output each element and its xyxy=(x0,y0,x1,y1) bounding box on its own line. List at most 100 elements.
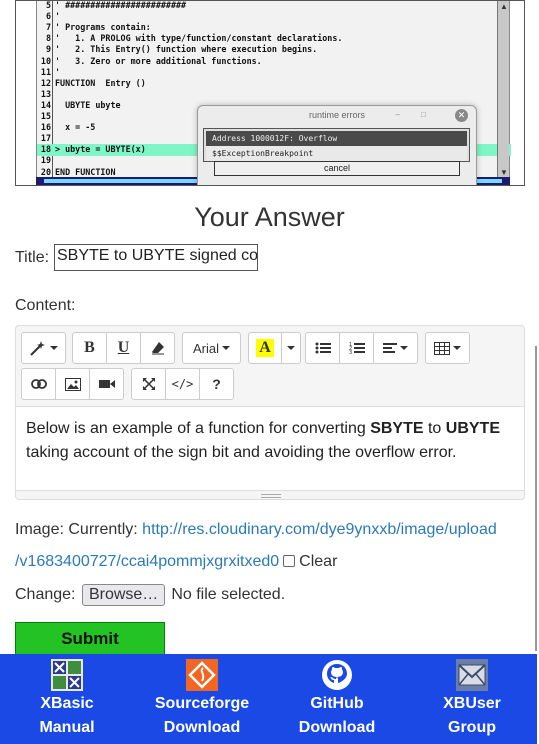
clear-checkbox[interactable] xyxy=(283,555,296,567)
code-text: ' 1. A PROLOG with type/function/constan… xyxy=(55,33,343,44)
insert-picture-button[interactable] xyxy=(55,368,90,400)
line-number: 9 xyxy=(45,44,51,55)
sourceforge-icon xyxy=(186,659,218,691)
line-number: 11 xyxy=(40,66,51,77)
code-line: 13 xyxy=(37,89,511,100)
code-text: END FUNCTION xyxy=(55,166,116,177)
vertical-scrollbar: ▲ ▼ xyxy=(497,1,509,179)
table-dropdown[interactable] xyxy=(425,332,470,364)
highlight-color-dropdown[interactable] xyxy=(281,332,301,364)
code-line: 12 FUNCTION Entry () xyxy=(37,78,511,89)
footer-label: Download xyxy=(163,719,241,736)
font-name-dropdown[interactable]: Arial xyxy=(182,332,241,364)
runtime-errors-dialog: runtime errors – □ ✕ Address 1000012F: O… xyxy=(197,105,477,185)
content-label: Content: xyxy=(15,297,76,314)
dialog-title: runtime errors xyxy=(308,110,365,120)
error-message-box: Address 1000012F: Overflow $$ExceptionBr… xyxy=(203,128,470,162)
image-label: Image: Currently: xyxy=(15,521,138,538)
code-line: 8 ' 1. A PROLOG with type/function/consta… xyxy=(37,33,511,44)
page-scrollbar[interactable] xyxy=(535,346,537,651)
current-image-link[interactable]: http://res.cloudinary.com/dye9ynxxb/imag… xyxy=(142,521,497,538)
expand-icon xyxy=(142,378,155,390)
content-text: taking account of the sign bit and avoid… xyxy=(26,444,457,461)
line-number: 8 xyxy=(45,33,51,44)
eraser-icon xyxy=(151,342,164,355)
code-view-button[interactable]: </> xyxy=(165,368,200,400)
insert-link-button[interactable] xyxy=(21,368,56,400)
code-text: > ubyte = UBYTE(x) xyxy=(55,144,146,155)
code-text: UBYTE ubyte xyxy=(55,99,121,110)
bullet-list-icon xyxy=(315,342,331,354)
line-number: 19 xyxy=(40,155,51,166)
error-message: Address 1000012F: Overflow xyxy=(206,131,467,146)
insert-video-button[interactable] xyxy=(89,368,124,400)
code-line: 9 ' 2. This Entry() function where execut… xyxy=(37,44,511,55)
content-bold-ubyte: UBYTE xyxy=(445,420,500,437)
dialog-cancel-button: cancel xyxy=(214,161,460,176)
code-text: FUNCTION Entry () xyxy=(55,77,146,88)
highlight-color-button[interactable]: A xyxy=(248,332,282,364)
svg-text:3: 3 xyxy=(349,350,352,355)
github-icon xyxy=(321,659,353,691)
line-number: 15 xyxy=(40,111,51,121)
no-file-label: No file selected. xyxy=(171,586,286,603)
fullscreen-button[interactable] xyxy=(131,368,166,400)
maximize-icon: □ xyxy=(421,110,426,119)
title-input[interactable]: SBYTE to UBYTE signed co xyxy=(54,244,258,271)
help-button[interactable]: ? xyxy=(199,368,234,400)
code-screenshot-image: 5 ' ######################## 6 ' 7 ' Programs… xyxy=(15,0,525,186)
ordered-list-button[interactable]: 123 xyxy=(339,332,374,364)
mail-icon xyxy=(456,659,488,691)
footer-label: XBasic xyxy=(40,695,94,712)
code-line: 10 ' 3. Zero or more additional functions… xyxy=(37,56,511,67)
bold-button[interactable]: B xyxy=(72,332,107,364)
code-line: 11 ' xyxy=(37,67,511,78)
line-number: 12 xyxy=(40,77,51,88)
unordered-list-button[interactable] xyxy=(305,332,340,364)
submit-button[interactable]: Submit xyxy=(15,622,165,656)
current-image-link-continued[interactable]: /v1683400727/ccai4pommjxgrxitxed0 xyxy=(15,553,279,570)
footer-label: XBUser xyxy=(443,695,501,712)
style-magic-button[interactable] xyxy=(21,332,66,364)
line-number: 10 xyxy=(40,55,51,66)
align-left-icon xyxy=(383,343,397,353)
code-icon: </> xyxy=(171,377,194,391)
clear-label: Clear xyxy=(299,553,338,570)
page-title: Your Answer xyxy=(194,202,345,232)
footer-link-xbasic-manual[interactable]: XBasic Manual xyxy=(0,654,134,744)
title-label: Title: xyxy=(15,249,50,266)
browse-button[interactable]: Browse… xyxy=(81,584,166,606)
help-icon: ? xyxy=(212,376,221,392)
picture-icon xyxy=(64,377,81,391)
numbered-list-icon: 123 xyxy=(349,342,365,355)
line-number: 16 xyxy=(40,122,51,133)
close-icon: ✕ xyxy=(455,109,468,122)
content-text: to xyxy=(423,420,446,437)
content-editor[interactable]: Below is an example of a function for co… xyxy=(15,406,525,491)
link-icon xyxy=(30,379,47,389)
magic-wand-icon xyxy=(30,341,45,356)
code-text: x = -5 xyxy=(55,122,96,133)
line-number: 13 xyxy=(40,88,51,99)
footer-link-sourceforge-download[interactable]: Sourceforge Download xyxy=(135,654,269,744)
code-line: 5 ' ######################## xyxy=(37,0,511,11)
footer-link-github-download[interactable]: GitHub Download xyxy=(270,654,404,744)
highlight-color-swatch: A xyxy=(256,339,274,357)
editor-resize-handle[interactable] xyxy=(15,490,525,500)
code-text: ' xyxy=(55,11,61,22)
editor-toolbar: B U Arial A 123 </> ? xyxy=(15,325,525,406)
exception-message: $$ExceptionBreakpoint xyxy=(206,146,467,161)
underline-button[interactable]: U xyxy=(106,332,141,364)
paragraph-align-dropdown[interactable] xyxy=(373,332,418,364)
clear-format-button[interactable] xyxy=(140,332,175,364)
footer-link-xbuser-group[interactable]: XBUser Group xyxy=(405,654,539,744)
code-text: ' 2. This Entry() function where executi… xyxy=(55,44,318,55)
code-text: ' 3. Zero or more additional functions. xyxy=(55,55,262,66)
footer-label: Download xyxy=(298,719,376,736)
scroll-up-arrow-icon: ▲ xyxy=(500,2,508,11)
footer-label: Group xyxy=(448,719,496,736)
line-number: 5 xyxy=(45,0,51,10)
minimize-icon: – xyxy=(395,110,400,119)
change-label: Change: xyxy=(15,586,76,603)
line-number: 14 xyxy=(40,99,51,110)
